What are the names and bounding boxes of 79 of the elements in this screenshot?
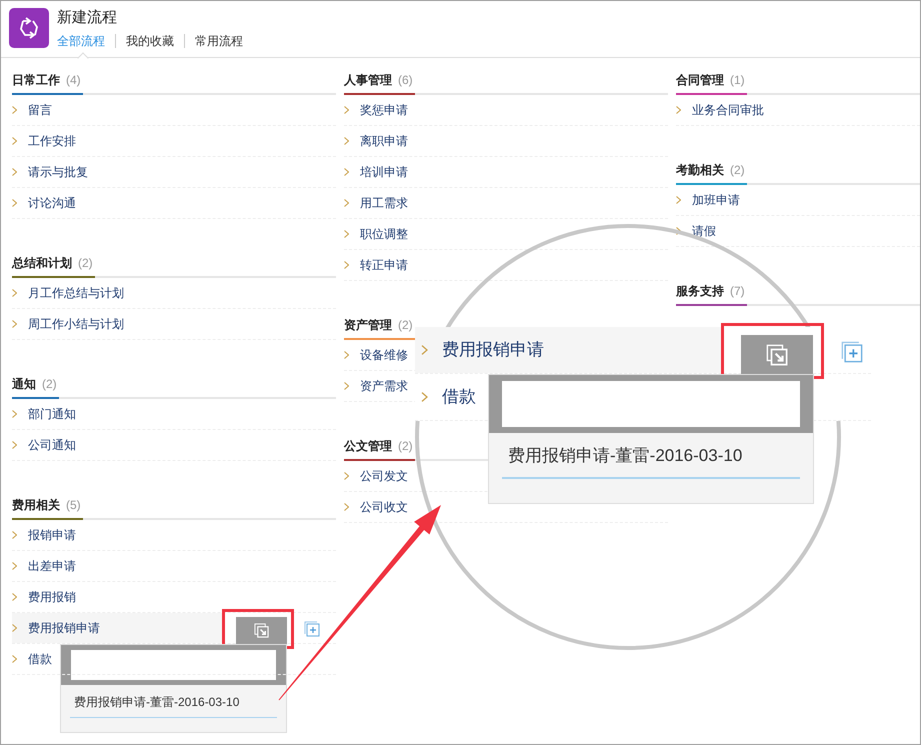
process-item[interactable]: 业务合同审批 xyxy=(676,95,768,125)
caret-icon xyxy=(12,289,17,297)
caret-icon xyxy=(676,106,681,114)
process-item[interactable]: 转正申请 xyxy=(344,250,412,280)
caret-icon xyxy=(421,345,428,355)
section-heading: 合同管理 (1) xyxy=(676,71,747,95)
caret-icon xyxy=(344,230,349,238)
caret-icon xyxy=(344,168,349,176)
caret-icon xyxy=(12,320,17,328)
caret-icon xyxy=(344,137,349,145)
caret-icon xyxy=(421,392,428,402)
page-title: 新建流程 xyxy=(57,8,118,28)
process-item[interactable]: 请假 xyxy=(676,216,720,246)
tab[interactable]: 我的收藏 xyxy=(126,34,174,48)
caret-icon xyxy=(12,441,17,449)
recent-item[interactable]: 费用报销申请-董雷-2016-03-10 xyxy=(502,443,800,478)
process-item[interactable]: 职位调整 xyxy=(344,219,412,249)
process-item[interactable]: 留言 xyxy=(12,95,56,125)
expand-button[interactable] xyxy=(236,617,287,644)
caret-icon xyxy=(12,593,17,601)
process-item[interactable]: 周工作小结与计划 xyxy=(12,309,128,339)
caret-icon xyxy=(12,624,17,632)
process-item[interactable]: 用工需求 xyxy=(344,188,412,218)
process-item[interactable]: 加班申请 xyxy=(676,185,744,215)
process-item[interactable]: 请示与批复 xyxy=(12,157,92,187)
caret-icon xyxy=(344,106,349,114)
add-icon[interactable] xyxy=(841,341,863,363)
process-item[interactable]: 出差申请 xyxy=(12,551,80,581)
caret-icon xyxy=(676,227,681,235)
add-icon[interactable] xyxy=(304,621,320,637)
expand-button[interactable] xyxy=(741,335,813,374)
section-heading: 总结和计划 (2) xyxy=(12,254,95,278)
caret-icon xyxy=(676,196,681,204)
process-item[interactable]: 月工作总结与计划 xyxy=(12,278,128,308)
section-heading: 日常工作 (4) xyxy=(12,71,83,95)
expand-icon xyxy=(766,344,788,366)
process-item[interactable]: 借款 xyxy=(415,374,480,420)
caret-icon xyxy=(12,168,17,176)
expand-icon xyxy=(254,623,269,638)
process-item[interactable]: 离职申请 xyxy=(344,126,412,156)
caret-icon xyxy=(344,382,349,390)
caret-icon xyxy=(344,472,349,480)
process-item[interactable]: 公司发文 xyxy=(344,461,412,491)
process-item[interactable]: 部门通知 xyxy=(12,399,80,429)
process-item[interactable]: 借款 xyxy=(12,644,56,674)
section-heading: 服务支持 (7) xyxy=(676,282,747,306)
caret-icon xyxy=(12,531,17,539)
process-item[interactable]: 公司收文 xyxy=(344,492,412,522)
caret-icon xyxy=(12,106,17,114)
caret-icon xyxy=(12,137,17,145)
process-item[interactable]: 工作安排 xyxy=(12,126,80,156)
process-item[interactable]: 讨论沟通 xyxy=(12,188,80,218)
recent-item[interactable]: 费用报销申请-董雷-2016-03-10 xyxy=(70,693,277,718)
caret-icon xyxy=(344,261,349,269)
process-item[interactable]: 费用报销申请 xyxy=(415,327,721,373)
logo-icon xyxy=(9,8,49,48)
section-heading: 公文管理 (2) xyxy=(344,437,415,461)
process-item[interactable]: 公司通知 xyxy=(12,430,80,460)
caret-icon xyxy=(12,655,17,663)
section-heading: 费用相关 (5) xyxy=(12,496,83,520)
caret-icon xyxy=(344,199,349,207)
caret-icon xyxy=(12,562,17,570)
process-item[interactable]: 费用报销 xyxy=(12,582,80,612)
caret-icon xyxy=(12,199,17,207)
process-item[interactable]: 设备维修 xyxy=(344,340,412,370)
caret-icon xyxy=(12,410,17,418)
process-item[interactable]: 奖惩申请 xyxy=(344,95,412,125)
process-item[interactable]: 费用报销申请 xyxy=(12,613,222,643)
section-heading: 通知 (2) xyxy=(12,375,59,399)
caret-icon xyxy=(344,503,349,511)
process-item[interactable]: 培训申请 xyxy=(344,157,412,187)
process-item[interactable]: 资产需求 xyxy=(344,371,412,401)
caret-icon xyxy=(344,351,349,359)
section-heading: 考勤相关 (2) xyxy=(676,161,747,185)
search-field[interactable] xyxy=(71,650,276,680)
search-field[interactable] xyxy=(502,381,800,427)
section-heading: 人事管理 (6) xyxy=(344,71,415,95)
process-item[interactable]: 报销申请 xyxy=(12,520,80,550)
tab[interactable]: 常用流程 xyxy=(195,34,243,48)
